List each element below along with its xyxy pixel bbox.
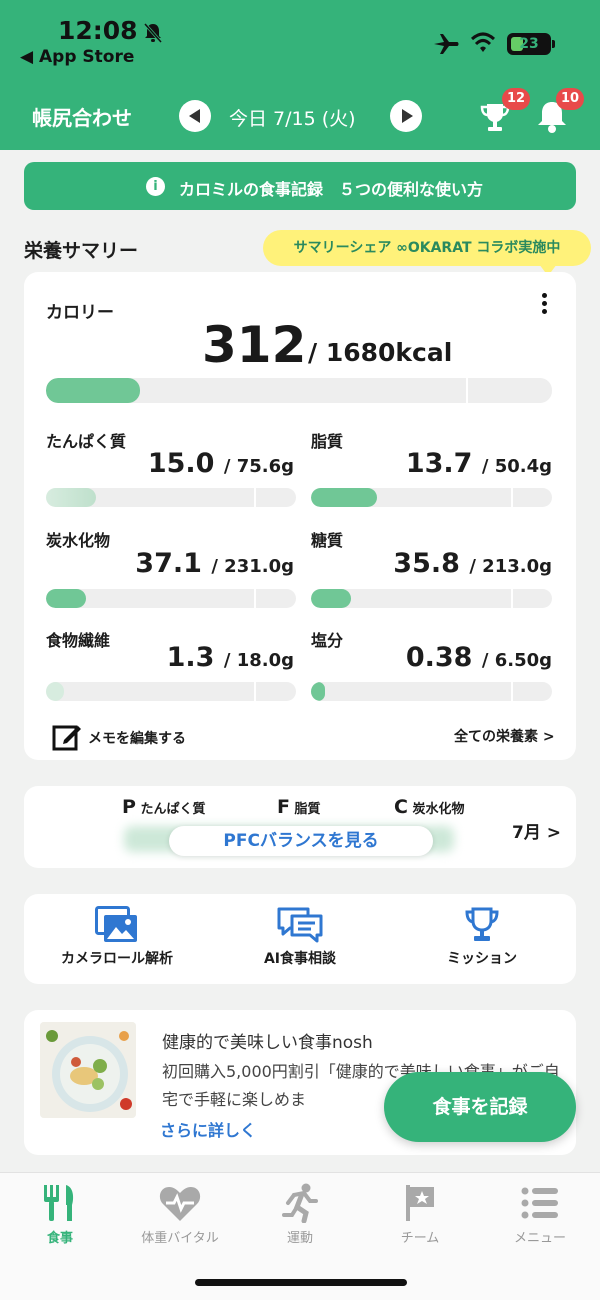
wifi-icon <box>470 32 496 52</box>
nutrient-progress-bar <box>46 589 296 608</box>
notification-badge: 10 <box>556 88 584 110</box>
mission-button[interactable]: ミッション <box>397 906 567 976</box>
nutrient-progress-fill <box>311 682 325 701</box>
nutrient-value: 15.0 / 75.6g <box>147 448 294 479</box>
trophy-icon <box>465 907 499 941</box>
nutrient-label: 食物繊維 <box>46 631 111 650</box>
airplane-mode-icon <box>434 34 459 54</box>
status-time: 12:08 <box>58 16 138 45</box>
nav-label: 食事 <box>46 1231 73 1246</box>
pfc-protein-header: P たんぱく質 <box>122 796 206 818</box>
nav-label: チーム <box>400 1231 440 1246</box>
tool-label: カメラロール解析 <box>61 951 173 967</box>
nutrient-progress-fill <box>46 682 64 701</box>
nav-item-weight-vitals[interactable]: 体重バイタル <box>120 1183 240 1253</box>
nutrient-progress-fill <box>46 488 96 507</box>
trophy-badge: 12 <box>502 88 530 110</box>
calorie-label: カロリー <box>46 303 114 323</box>
calorie-target: / 1680kcal <box>308 338 453 367</box>
all-nutrients-link[interactable]: 全ての栄養素 > <box>454 726 555 746</box>
nutrient-value: 35.8 / 213.0g <box>393 548 552 579</box>
record-meal-button[interactable]: 食事を記録 <box>384 1072 576 1142</box>
info-icon: i <box>146 177 165 196</box>
calorie-progress-bar <box>46 378 552 403</box>
ai-meal-consult-button[interactable]: AI食事相談 <box>215 906 385 976</box>
nav-item-meals[interactable]: 食事 <box>0 1183 120 1253</box>
nutrient-label: 炭水化物 <box>46 531 111 550</box>
page-title[interactable]: 帳尻合わせ <box>32 102 132 131</box>
nutrient-progress-bar <box>46 488 296 507</box>
nutrient-progress-fill <box>46 589 87 608</box>
tool-label: ミッション <box>447 951 517 967</box>
flag-icon <box>406 1185 434 1221</box>
nutrient-label: 糖質 <box>311 531 344 550</box>
nav-item-exercise[interactable]: 運動 <box>240 1183 360 1253</box>
menu-icon <box>521 1187 558 1219</box>
share-collab-tooltip[interactable]: サマリーシェア ∞OKARAT コラボ実施中 <box>263 230 591 276</box>
view-pfc-balance-button[interactable]: PFCバランスを見る <box>169 826 433 856</box>
date-label[interactable]: 今日 7/15 (火) <box>229 104 356 131</box>
nutrient-progress-bar <box>311 682 552 701</box>
nav-label: 体重バイタル <box>141 1231 219 1246</box>
tool-label: AI食事相談 <box>263 951 337 967</box>
more-options-icon[interactable] <box>536 290 552 318</box>
nav-label: 運動 <box>286 1231 313 1246</box>
runner-icon <box>282 1183 318 1223</box>
edit-memo-label: メモを編集する <box>88 731 186 747</box>
bell-off-icon <box>143 23 163 43</box>
chat-icon <box>277 907 323 943</box>
usage-guide-banner[interactable]: i カロミルの食事記録 ５つの便利な使い方 <box>24 162 576 210</box>
nutrient-value: 37.1 / 231.0g <box>135 548 294 579</box>
nutrient-value: 13.7 / 50.4g <box>405 448 552 479</box>
back-to-app-store-link[interactable]: ◀ App Store <box>20 47 134 67</box>
edit-icon <box>52 725 81 751</box>
nutrient-progress-fill <box>311 488 377 507</box>
pfc-fat-header: F 脂質 <box>277 796 321 818</box>
ad-food-image <box>40 1022 136 1118</box>
nutrient-progress-fill <box>311 589 352 608</box>
fork-knife-icon <box>44 1185 74 1221</box>
previous-day-button[interactable] <box>179 100 211 132</box>
edit-memo-button[interactable]: メモを編集する <box>52 722 212 752</box>
nutrition-summary-card: カロリー 312 / 1680kcal たんぱく質 15.0 / 75.6g 脂… <box>24 272 576 760</box>
pfc-carbs-header: C 炭水化物 <box>394 796 465 818</box>
section-title-nutrition-summary: 栄養サマリー <box>24 240 139 262</box>
battery-indicator: 23 <box>507 33 555 55</box>
nav-label: メニュー <box>513 1231 566 1246</box>
calorie-value: 312 <box>202 316 307 374</box>
nutrient-value: 0.38 / 6.50g <box>405 642 552 673</box>
photos-icon <box>95 906 137 942</box>
pfc-balance-card: P たんぱく質 F 脂質 C 炭水化物 PFCバランスを見る 7月 > <box>24 786 576 868</box>
pfc-month-link[interactable]: 7月 > <box>512 818 561 843</box>
home-indicator <box>195 1279 407 1286</box>
nutrient-label: たんぱく質 <box>46 432 127 451</box>
nav-item-menu[interactable]: メニュー <box>480 1183 600 1253</box>
nutrient-progress-bar <box>46 682 296 701</box>
calorie-progress-fill <box>46 378 141 403</box>
guide-banner-text: カロミルの食事記録 ５つの便利な使い方 <box>179 180 484 199</box>
app-header: 12:08 ◀ App Store 23 帳尻合わせ 今日 7/15 (火) 1… <box>0 0 600 150</box>
nutrient-label: 脂質 <box>311 432 344 451</box>
next-day-button[interactable] <box>390 100 422 132</box>
camera-roll-analysis-button[interactable]: カメラロール解析 <box>32 906 202 976</box>
nav-item-team[interactable]: チーム <box>360 1183 480 1253</box>
nutrient-progress-bar <box>311 488 552 507</box>
tools-card: カメラロール解析 AI食事相談 ミッション <box>24 894 576 984</box>
ad-title: 健康的で美味しい食事nosh <box>162 1033 373 1053</box>
nutrient-progress-bar <box>311 589 552 608</box>
ad-more-link[interactable]: さらに詳しく <box>160 1117 256 1141</box>
nutrient-value: 1.3 / 18.0g <box>166 642 294 673</box>
nutrient-label: 塩分 <box>311 631 344 650</box>
heart-icon <box>159 1187 201 1221</box>
